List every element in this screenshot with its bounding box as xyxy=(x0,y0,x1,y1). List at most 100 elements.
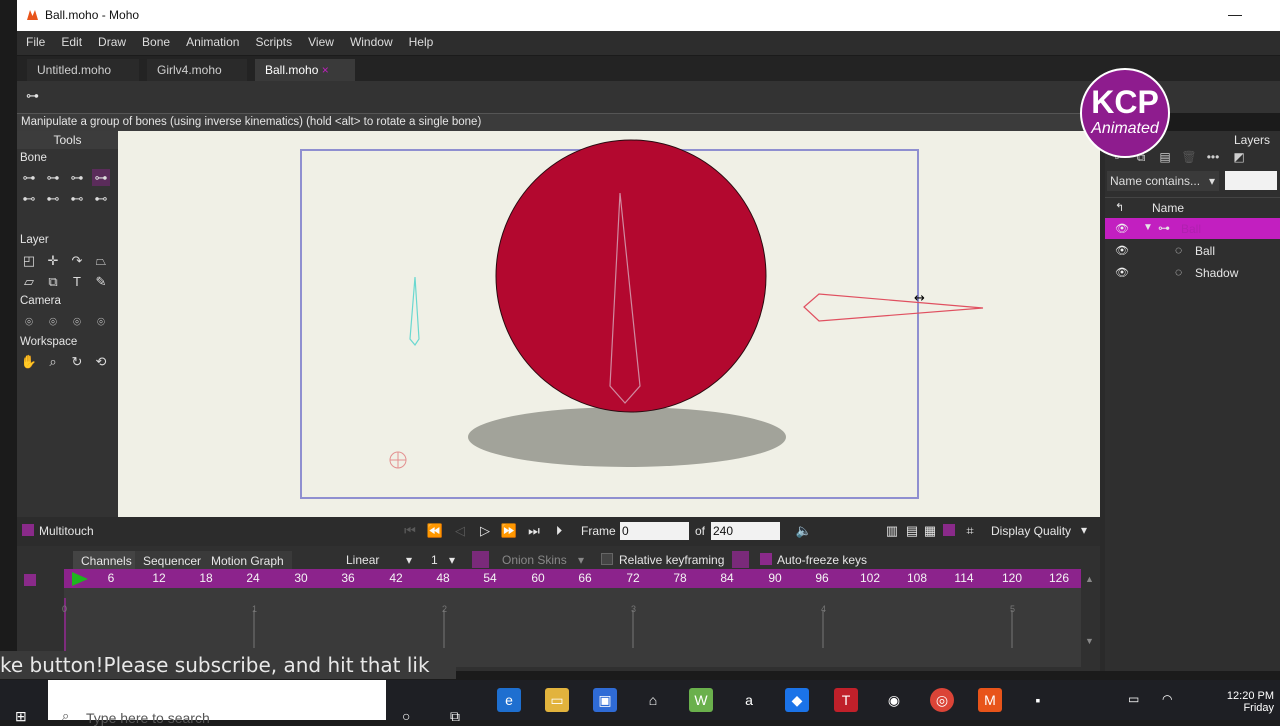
scale-layer-tool-icon[interactable]: ⧉ xyxy=(44,273,62,290)
task-view-icon[interactable]: ⧉ xyxy=(450,708,460,725)
menu-help[interactable]: Help xyxy=(400,31,441,49)
visibility-eye-icon[interactable]: 👁 xyxy=(1115,266,1129,279)
crop-icon[interactable]: ⌗ xyxy=(960,523,980,539)
end-frame-input[interactable]: 240 xyxy=(711,522,780,540)
rewind-icon[interactable]: ⏮ xyxy=(400,523,420,539)
interval-select[interactable]: 1 xyxy=(431,553,438,567)
eyedropper-tool-icon[interactable]: ✎ xyxy=(92,273,110,290)
chevron-down-icon[interactable]: ▾ xyxy=(578,553,584,567)
auto-freeze-checkbox[interactable] xyxy=(760,553,772,565)
bone-tool-option-icon[interactable]: ⊶ xyxy=(26,88,39,104)
track-camera-icon[interactable]: ⌾ xyxy=(20,313,38,330)
menu-edit[interactable]: Edit xyxy=(52,31,89,49)
name-filter-select[interactable]: Name contains... ▾ xyxy=(1107,171,1219,191)
word-app-icon[interactable]: W xyxy=(689,688,713,712)
manipulate-bones-tool-icon[interactable]: ⊶ xyxy=(92,169,110,186)
t-app-icon[interactable]: T xyxy=(834,688,858,712)
dropbox-icon[interactable]: ◆ xyxy=(785,688,809,712)
text-tool-icon[interactable]: T xyxy=(68,273,86,290)
layer-row-bone-group[interactable]: 👁 ▼ ⊶ Ball xyxy=(1105,218,1280,239)
tab-channels[interactable]: Channels xyxy=(73,551,140,571)
zoom-icon[interactable]: ⌕ xyxy=(44,353,62,370)
scroll-up-icon[interactable]: ▲ xyxy=(1085,574,1094,584)
menu-window[interactable]: Window xyxy=(341,31,400,49)
battery-icon[interactable]: ▭ xyxy=(1128,692,1139,706)
home-icon[interactable]: ⌂ xyxy=(641,688,665,712)
shadow-shape[interactable] xyxy=(468,407,786,467)
next-keyframe-icon[interactable]: ⏭ xyxy=(524,523,544,539)
reparent-bone-tool-icon[interactable]: ⊷ xyxy=(44,190,62,207)
onion-skins-label[interactable]: Onion Skins xyxy=(502,553,567,567)
sort-icon[interactable]: ↰ xyxy=(1115,201,1124,214)
tab-girlv4[interactable]: Girlv4.moho xyxy=(147,59,247,81)
frame-input[interactable]: 0 xyxy=(620,522,689,540)
tab-motion-graph[interactable]: Motion Graph xyxy=(203,551,292,571)
ball-shape[interactable] xyxy=(495,139,767,413)
obs-icon[interactable]: ◉ xyxy=(882,688,906,712)
shear-layer-tool-icon[interactable]: ⏢ xyxy=(92,252,110,269)
selected-bone[interactable] xyxy=(803,293,984,322)
set-origin-tool-icon[interactable]: ◰ xyxy=(20,252,38,269)
layer-settings-icon[interactable]: ◩ xyxy=(1229,150,1249,166)
display-checkbox[interactable] xyxy=(943,524,955,536)
windows-start-icon[interactable]: ⊞ xyxy=(15,708,27,725)
translate-bone-tool-icon[interactable]: ⊶ xyxy=(44,169,62,186)
fast-forward-icon[interactable]: ⏵ xyxy=(549,523,569,539)
canvas[interactable]: ↔ xyxy=(118,131,1100,517)
step-back-icon[interactable]: ◁ xyxy=(450,523,470,539)
visibility-eye-icon[interactable]: 👁 xyxy=(1115,222,1129,235)
tab-sequencer[interactable]: Sequencer xyxy=(135,551,210,571)
amazon-icon[interactable]: a xyxy=(737,688,761,712)
taskbar-search-box[interactable]: ⌕ Type here to search xyxy=(48,680,386,726)
zoom-camera-icon[interactable]: ⌾ xyxy=(44,313,62,330)
menu-draw[interactable]: Draw xyxy=(89,31,133,49)
translate-layer-tool-icon[interactable]: ✛ xyxy=(44,252,62,269)
hand-icon[interactable]: ✋ xyxy=(20,353,38,370)
view-layout-icon[interactable]: ▥ xyxy=(882,523,902,539)
play-icon[interactable]: ▷ xyxy=(475,523,495,539)
chevron-down-icon[interactable]: ▾ xyxy=(449,553,455,567)
name-filter-input[interactable] xyxy=(1225,171,1277,190)
moho-taskbar-icon[interactable]: M xyxy=(978,688,1002,712)
menu-animation[interactable]: Animation xyxy=(177,31,246,49)
store-icon[interactable]: ▣ xyxy=(593,688,617,712)
play-head-icon[interactable] xyxy=(72,572,90,586)
select-bone-tool-icon[interactable]: ⊶ xyxy=(20,169,38,186)
layer-row-ball[interactable]: 👁 ◌ Ball xyxy=(1105,240,1280,261)
visibility-eye-icon[interactable]: 👁 xyxy=(1115,244,1129,257)
layer-origin-icon[interactable] xyxy=(389,451,407,469)
tab-ball[interactable]: Ball.moho × xyxy=(255,59,355,81)
more-options-icon[interactable]: ••• xyxy=(1203,150,1223,166)
edge-icon[interactable]: e xyxy=(497,688,521,712)
timeline-checkbox[interactable] xyxy=(24,574,36,586)
flip-layer-tool-icon[interactable]: ▱ xyxy=(20,273,38,290)
tray-app-icon[interactable]: ▪ xyxy=(1026,688,1050,712)
layer-row-shadow[interactable]: 👁 ◌ Shadow xyxy=(1105,262,1280,283)
system-clock[interactable]: 12:20 PM Friday xyxy=(1227,690,1274,714)
onion-toggle-icon[interactable] xyxy=(472,551,489,568)
scroll-down-icon[interactable]: ▼ xyxy=(1085,636,1094,646)
keyframe-tool-icon[interactable] xyxy=(732,551,749,568)
wifi-icon[interactable]: ◠ xyxy=(1162,692,1172,706)
tab-close-icon[interactable]: × xyxy=(322,63,329,77)
multitouch-checkbox[interactable] xyxy=(22,524,34,536)
timeline-ruler[interactable]: 6 12 18 24 30 36 42 48 54 60 66 72 78 84… xyxy=(64,569,1081,588)
tab-untitled[interactable]: Untitled.moho xyxy=(27,59,139,81)
rotate-layer-tool-icon[interactable]: ↷ xyxy=(68,252,86,269)
menu-scripts[interactable]: Scripts xyxy=(246,31,299,49)
file-explorer-icon[interactable]: ▭ xyxy=(545,688,569,712)
bind-layer-tool-icon[interactable]: ⊷ xyxy=(92,190,110,207)
previous-keyframe-icon[interactable]: ⏪ xyxy=(425,523,445,539)
chevron-down-icon[interactable]: ▾ xyxy=(406,553,412,567)
view-split-icon[interactable]: ▤ xyxy=(902,523,922,539)
audio-icon[interactable]: 🔈 xyxy=(794,523,814,539)
interpolation-select[interactable]: Linear xyxy=(346,553,379,567)
scale-bone-tool-icon[interactable]: ⊶ xyxy=(68,169,86,186)
rotate-workspace-icon[interactable]: ↻ xyxy=(68,353,86,370)
pan-tilt-camera-icon[interactable]: ⌾ xyxy=(92,313,110,330)
display-quality-label[interactable]: Display Quality xyxy=(991,524,1071,538)
orbit-workspace-icon[interactable]: ⟲ xyxy=(92,353,110,370)
bone-strength-tool-icon[interactable]: ⊷ xyxy=(68,190,86,207)
layer-folder-icon[interactable]: ▤ xyxy=(1155,150,1175,166)
menu-view[interactable]: View xyxy=(299,31,341,49)
